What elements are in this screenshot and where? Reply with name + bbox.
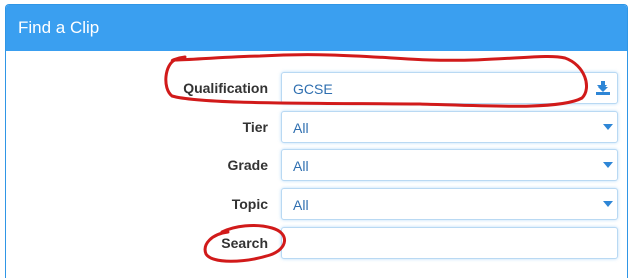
tier-value: All <box>293 120 309 136</box>
search-label: Search <box>221 235 268 251</box>
panel-title: Find a Clip <box>6 5 627 51</box>
tier-label: Tier <box>242 119 268 135</box>
chevron-down-icon <box>603 162 613 168</box>
qualification-value: GCSE <box>293 81 333 97</box>
topic-select[interactable]: All <box>281 188 618 220</box>
qualification-select[interactable]: GCSE <box>281 72 618 104</box>
tier-row: Tier All <box>6 111 627 143</box>
topic-value: All <box>293 197 309 213</box>
qualification-label: Qualification <box>183 80 268 96</box>
search-row: Search <box>6 227 627 259</box>
grade-row: Grade All <box>6 149 627 181</box>
chevron-down-icon <box>603 201 613 207</box>
find-clip-panel: Find a Clip Qualification GCSE Tier All … <box>5 4 628 278</box>
qualification-row: Qualification GCSE <box>6 72 627 104</box>
grade-select[interactable]: All <box>281 149 618 181</box>
tier-select[interactable]: All <box>281 111 618 143</box>
download-icon[interactable] <box>595 80 611 96</box>
grade-value: All <box>293 158 309 174</box>
topic-label: Topic <box>231 196 268 212</box>
grade-label: Grade <box>227 157 268 173</box>
search-input[interactable] <box>281 227 618 259</box>
topic-row: Topic All <box>6 188 627 220</box>
chevron-down-icon <box>603 124 613 130</box>
